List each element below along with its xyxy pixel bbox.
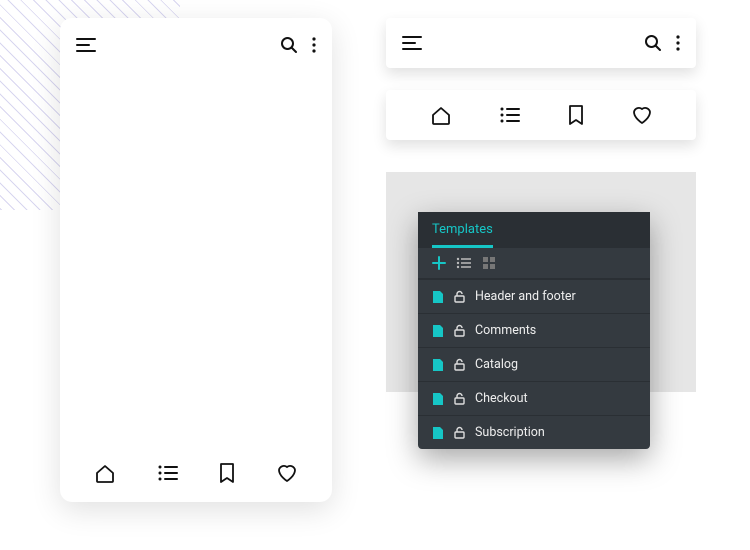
template-label-text: Checkout <box>475 391 528 406</box>
menu-icon[interactable] <box>402 36 422 50</box>
file-icon <box>432 392 444 406</box>
grid-view-icon[interactable] <box>482 256 496 270</box>
add-icon[interactable] <box>432 256 446 270</box>
list-view-icon[interactable] <box>456 257 472 269</box>
templates-toolbar <box>418 248 650 279</box>
file-icon <box>432 290 444 304</box>
bookmark-icon[interactable] <box>219 462 235 484</box>
file-icon <box>432 358 444 372</box>
template-label-text: Header and footer <box>475 289 576 304</box>
list-icon[interactable] <box>157 464 179 482</box>
heart-icon[interactable] <box>631 105 653 125</box>
unlock-icon <box>454 290 465 303</box>
unlock-icon <box>454 358 465 371</box>
template-item[interactable]: Header and footer <box>418 279 650 313</box>
template-label-text: Comments <box>475 323 536 338</box>
phone-body <box>60 72 332 444</box>
template-label-text: Subscription <box>475 425 545 440</box>
file-icon <box>432 324 444 338</box>
menu-icon[interactable] <box>76 38 96 52</box>
templates-panel-header: Templates <box>418 212 650 248</box>
template-label-text: Catalog <box>475 357 518 372</box>
template-item[interactable]: Subscription <box>418 415 650 449</box>
template-item[interactable]: Checkout <box>418 381 650 415</box>
template-item[interactable]: Catalog <box>418 347 650 381</box>
more-icon[interactable] <box>312 37 316 53</box>
unlock-icon <box>454 392 465 405</box>
home-icon[interactable] <box>430 104 452 126</box>
unlock-icon <box>454 324 465 337</box>
unlock-icon <box>454 426 465 439</box>
template-item[interactable]: Comments <box>418 313 650 347</box>
bookmark-icon[interactable] <box>568 104 584 126</box>
templates-list: Header and footer Comments Catalog Check… <box>418 279 650 449</box>
header-bar-component <box>386 18 696 68</box>
phone-footer <box>60 444 332 502</box>
list-icon[interactable] <box>499 106 521 124</box>
footer-bar-component <box>386 90 696 140</box>
more-icon[interactable] <box>676 35 680 51</box>
home-icon[interactable] <box>94 462 116 484</box>
search-icon[interactable] <box>280 36 298 54</box>
heart-icon[interactable] <box>276 463 298 483</box>
templates-title: Templates <box>432 222 493 248</box>
search-icon[interactable] <box>644 34 662 52</box>
file-icon <box>432 426 444 440</box>
templates-panel: Templates Header and footer Comments Cat… <box>418 212 650 449</box>
phone-mockup <box>60 18 332 502</box>
phone-header <box>60 18 332 72</box>
